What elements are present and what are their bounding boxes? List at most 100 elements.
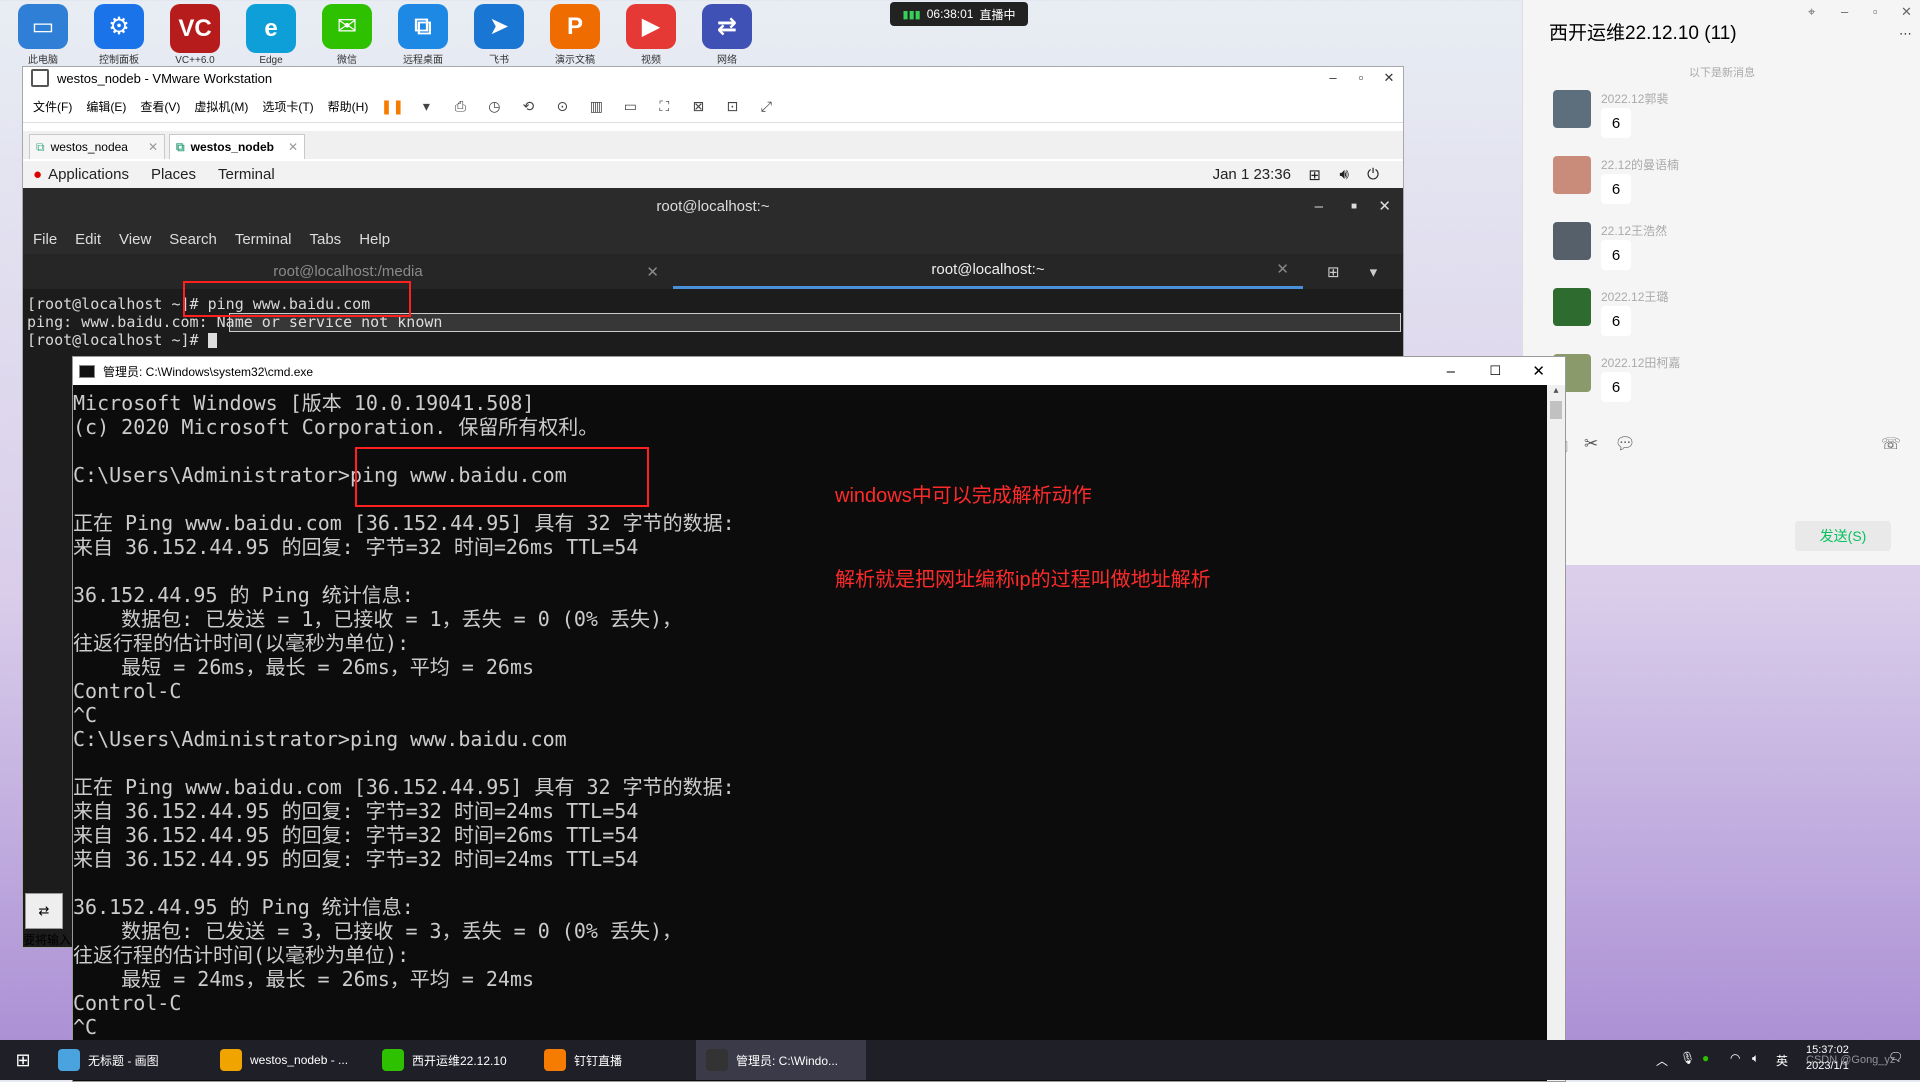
close-icon[interactable]: ✕	[1276, 254, 1289, 286]
term-tab-media[interactable]: root@localhost:/media ✕	[23, 263, 673, 281]
cmd-line: 往返行程的估计时间(以毫秒为单位):	[73, 631, 410, 655]
message-bubble[interactable]: 6	[1601, 108, 1631, 138]
term-menu-file[interactable]: File	[33, 231, 57, 248]
desktop-icon-remote[interactable]: ⧉ 远程桌面	[392, 4, 454, 66]
menu-help[interactable]: 帮助(H)	[328, 98, 369, 115]
desktop-icon-ppt[interactable]: P 演示文稿	[544, 4, 606, 66]
tab-westos-nodea[interactable]: ⧉ westos_nodea ✕	[29, 134, 166, 159]
avatar[interactable]	[1553, 222, 1591, 260]
cmd-output[interactable]: Microsoft Windows [版本 10.0.19041.508] (c)…	[73, 385, 1547, 1081]
taskbar-item[interactable]: 管理员: C:\Windo...	[696, 1040, 866, 1080]
desktop-icon-computer[interactable]: ▭ 此电脑	[12, 4, 74, 66]
minimize-icon[interactable]: –	[1841, 4, 1848, 19]
taskbar-item[interactable]: 无标题 - 画图	[48, 1040, 218, 1080]
close-icon[interactable]: ✕	[288, 140, 298, 154]
desktop-icon-feishu[interactable]: ➤ 飞书	[468, 4, 530, 66]
ime-indicator[interactable]: 英	[1776, 1052, 1788, 1069]
new-tab-icon[interactable]: ⊞	[1327, 263, 1340, 281]
wechat-tray-icon[interactable]: ●	[1702, 1051, 1709, 1065]
wifi-icon[interactable]: ◠	[1730, 1051, 1740, 1065]
taskbar-item[interactable]: 钉钉直播	[534, 1040, 704, 1080]
menu-view[interactable]: 查看(V)	[140, 98, 180, 115]
taskbar-item[interactable]: westos_nodeb - ...	[210, 1040, 380, 1080]
power-icon[interactable]: ⏻	[1367, 166, 1379, 183]
minimize-button[interactable]: –	[1447, 363, 1455, 380]
desktop-icon-edge[interactable]: e Edge	[240, 4, 302, 66]
term-menu-search[interactable]: Search	[169, 231, 217, 248]
maximize-icon[interactable]: ■	[1351, 201, 1357, 212]
close-icon[interactable]: ✕	[1378, 197, 1391, 215]
more-icon[interactable]: ⋯	[1899, 26, 1912, 42]
snapshot-icon[interactable]: ◷	[484, 96, 504, 116]
clock[interactable]: Jan 1 23:36	[1213, 166, 1291, 183]
desktop-icon-wechat[interactable]: ✉ 微信	[316, 4, 378, 66]
close-icon[interactable]: ✕	[1901, 4, 1912, 20]
maximize-icon[interactable]: ▫	[1873, 4, 1878, 19]
maximize-button[interactable]: ▫	[1347, 67, 1375, 89]
console-icon[interactable]: ⊡	[722, 96, 742, 116]
scroll-thumb[interactable]	[1550, 401, 1562, 419]
pin-icon[interactable]: ⌖	[1808, 4, 1815, 20]
avatar[interactable]	[1553, 90, 1591, 128]
menu-vm[interactable]: 虚拟机(M)	[194, 98, 248, 115]
close-button[interactable]: ✕	[1375, 67, 1403, 89]
mic-icon[interactable]: 🎙︎	[1680, 1051, 1695, 1065]
chat-input[interactable]	[1543, 462, 1903, 514]
minimize-button[interactable]: –	[1319, 67, 1347, 89]
stretch-icon[interactable]: ⤢	[756, 96, 776, 116]
desktop-icon-vc[interactable]: VC VC++6.0	[164, 4, 226, 66]
sidebar-icon[interactable]: ▥	[586, 96, 606, 116]
pause-icon[interactable]: ❚❚	[381, 96, 404, 116]
desktop-icon-settings[interactable]: ⚙ 控制面板	[88, 4, 150, 66]
input-capture-icon[interactable]: ⇄	[25, 893, 63, 929]
tab-westos-nodeb[interactable]: ⧉ westos_nodeb ✕	[169, 134, 306, 159]
thumbnail-icon[interactable]: ▭	[620, 96, 640, 116]
snapshot-manager-icon[interactable]: ⊙	[552, 96, 572, 116]
scrollbar[interactable]: ▴	[1547, 385, 1565, 1081]
applications-menu[interactable]: Applications	[48, 166, 129, 183]
dropdown-icon[interactable]: ▾	[416, 96, 436, 116]
speaker-icon[interactable]: 🔈︎	[1752, 1051, 1759, 1066]
taskbar-item[interactable]: 西开运维22.12.10	[372, 1040, 542, 1080]
message-bubble[interactable]: 6	[1601, 372, 1631, 402]
close-icon[interactable]: ✕	[148, 140, 158, 154]
term-menu-edit[interactable]: Edit	[75, 231, 101, 248]
terminal-menu[interactable]: Terminal	[218, 166, 275, 183]
maximize-button[interactable]: ☐	[1489, 363, 1501, 379]
tabs-menu-icon[interactable]: ▾	[1370, 263, 1378, 281]
chat-bubble-icon[interactable]: 💬︎	[1614, 434, 1636, 463]
notification-icon[interactable]: 🗨︎	[1888, 1050, 1903, 1064]
menu-file[interactable]: 文件(F)	[33, 98, 72, 115]
start-button[interactable]: ⊞	[0, 1040, 46, 1080]
scroll-up-icon[interactable]: ▴	[1547, 385, 1565, 396]
avatar[interactable]	[1553, 288, 1591, 326]
phone-icon[interactable]: ☏	[1881, 434, 1901, 454]
term-menu-tabs[interactable]: Tabs	[310, 231, 342, 248]
term-menu-help[interactable]: Help	[359, 231, 390, 248]
term-tab-home[interactable]: root@localhost:~ ✕	[673, 254, 1303, 289]
close-icon[interactable]: ✕	[646, 263, 659, 281]
message-bubble[interactable]: 6	[1601, 240, 1631, 270]
chevron-up-icon[interactable]: ︿	[1656, 1052, 1668, 1069]
volume-icon[interactable]: 🔊︎	[1340, 166, 1349, 183]
avatar[interactable]	[1553, 156, 1591, 194]
unity-icon[interactable]: ⊠	[688, 96, 708, 116]
scissors-icon[interactable]: ✂	[1584, 434, 1598, 463]
minimize-icon[interactable]: –	[1315, 198, 1323, 215]
term-menu-view[interactable]: View	[119, 231, 151, 248]
fullscreen-icon[interactable]: ⛶	[654, 96, 674, 116]
close-button[interactable]: ✕	[1532, 362, 1545, 380]
message-bubble[interactable]: 6	[1601, 306, 1631, 336]
menu-tabs[interactable]: 选项卡(T)	[262, 98, 313, 115]
term-menu-terminal[interactable]: Terminal	[235, 231, 292, 248]
send-button[interactable]: 发送(S)	[1795, 521, 1891, 551]
network-icon[interactable]: ⊞	[1308, 166, 1321, 184]
places-menu[interactable]: Places	[151, 166, 196, 183]
new-messages-divider: 以下是新消息	[1689, 67, 1755, 79]
desktop-icon-video[interactable]: ▶ 视频	[620, 4, 682, 66]
snapshot-revert-icon[interactable]: ⟲	[518, 96, 538, 116]
send-ctrl-alt-del-icon[interactable]: ⎙	[450, 96, 470, 116]
message-bubble[interactable]: 6	[1601, 174, 1631, 204]
menu-edit[interactable]: 编辑(E)	[86, 98, 126, 115]
desktop-icon-net[interactable]: ⇄ 网络	[696, 4, 758, 66]
